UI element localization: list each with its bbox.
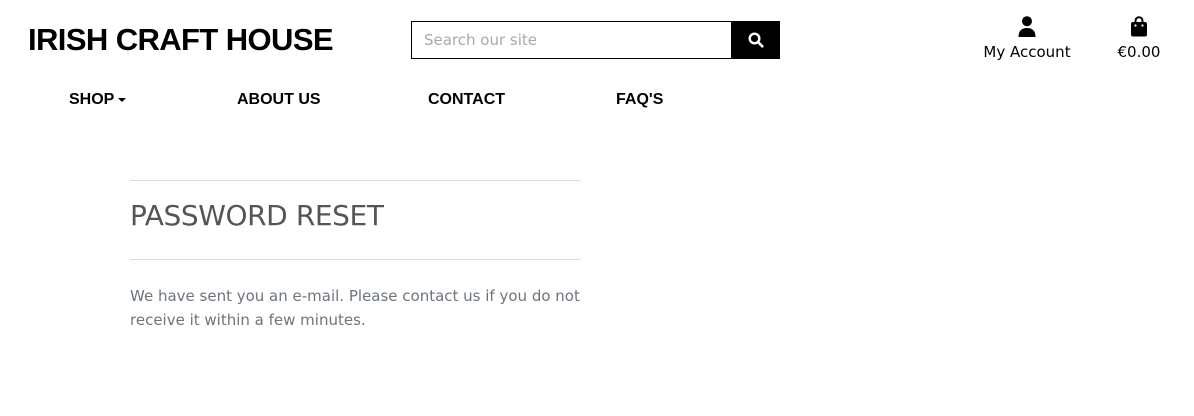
search-icon <box>747 32 764 48</box>
brand-logo-link[interactable]: IRISH CRAFT HOUSE <box>28 21 334 59</box>
shopping-bag-link[interactable]: €0.00 <box>1106 16 1172 61</box>
page-title: PASSWORD RESET <box>130 199 384 232</box>
nav-shop[interactable]: SHOP <box>69 90 127 110</box>
nav-contact[interactable]: CONTACT <box>428 90 505 110</box>
divider-top <box>130 180 581 181</box>
shopping-bag-icon <box>1131 16 1147 37</box>
bag-total: €0.00 <box>1117 43 1161 61</box>
caret-down-icon <box>118 98 127 102</box>
nav-faqs[interactable]: FAQ'S <box>616 90 663 110</box>
nav-about-us[interactable]: ABOUT US <box>237 90 321 110</box>
search-button[interactable] <box>731 21 780 59</box>
my-account-link[interactable]: My Account <box>972 16 1082 61</box>
search-input[interactable] <box>411 21 731 59</box>
nav-shop-label: SHOP <box>69 91 115 108</box>
my-account-label: My Account <box>983 43 1071 61</box>
search-form <box>411 21 780 59</box>
user-icon <box>1018 16 1036 37</box>
divider-bottom <box>130 259 581 260</box>
confirmation-message: We have sent you an e-mail. Please conta… <box>130 287 580 329</box>
